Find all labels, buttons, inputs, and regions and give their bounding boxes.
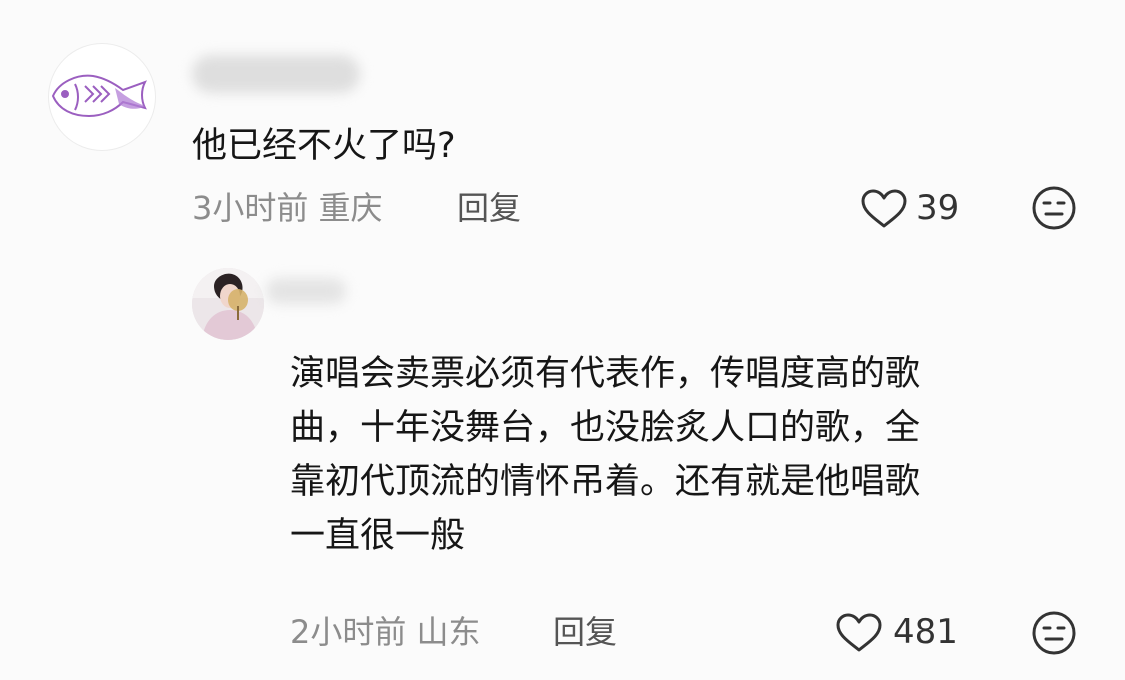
username[interactable]: 用户 [192, 55, 360, 93]
like-count: 39 [916, 188, 960, 228]
heart-outline-icon [836, 613, 882, 652]
like-button[interactable]: 39 [860, 184, 970, 232]
comment-text: 演唱会卖票必须有代表作，传唱度高的歌 曲，十年没舞台，也没脍炙人口的歌，全 靠初… [290, 354, 921, 556]
avatar[interactable] [192, 268, 264, 340]
dislike-button[interactable] [1031, 610, 1077, 656]
avatar[interactable] [48, 43, 156, 151]
like-button[interactable]: 481 [835, 608, 975, 656]
reply-button[interactable]: 回复 [457, 188, 521, 228]
fish-icon [51, 74, 148, 118]
comment-text: 他已经不火了吗? [192, 126, 456, 166]
comment-time-location: 3小时前 重庆 [192, 189, 383, 227]
username[interactable]: 用户 [266, 278, 346, 304]
dislike-button[interactable] [1031, 185, 1077, 231]
unamused-face-icon [1032, 611, 1076, 655]
profile-photo [192, 268, 264, 340]
like-count: 481 [893, 612, 958, 652]
heart-outline-icon [861, 189, 907, 228]
reply-button[interactable]: 回复 [553, 612, 617, 652]
unamused-face-icon [1032, 186, 1076, 230]
comment-time-location: 2小时前 山东 [290, 613, 481, 651]
